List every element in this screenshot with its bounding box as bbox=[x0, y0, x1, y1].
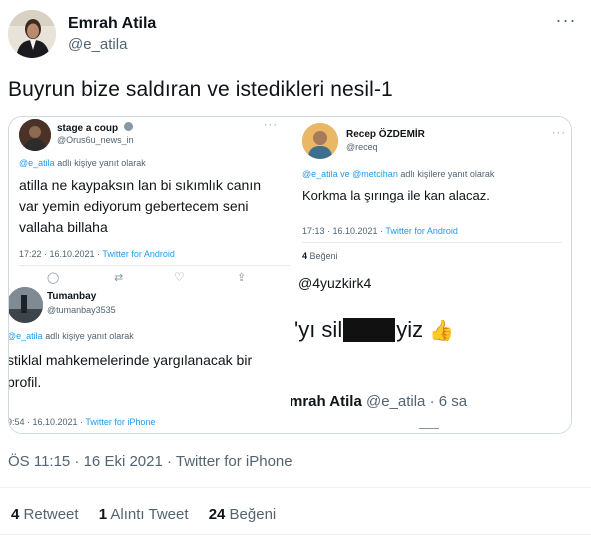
mini-tweet-text: atilla ne kaypaksın lan bi sıkımlık canı… bbox=[19, 177, 262, 235]
divider bbox=[0, 534, 591, 535]
mini-tweet-meta: 17:22 · 16.10.2021 · Twitter for Android bbox=[19, 249, 175, 259]
mini-author-handle: @Orus6u_news_in bbox=[57, 135, 134, 145]
thumbs-up-icon: 👍 bbox=[429, 320, 455, 342]
author-avatar[interactable] bbox=[8, 10, 56, 58]
avatar bbox=[302, 123, 338, 159]
zoomed-author: mrah Atila @e_atila · 6 sa bbox=[289, 393, 468, 410]
mini-tweet-text: stiklal mahkemelerinde yargılanacak bir … bbox=[9, 352, 253, 390]
screenshot-tweet-stage-a-coup: stage a coup @Orus6u_news_in ··· @e_atil… bbox=[9, 117, 301, 287]
mini-author-handle: @receq bbox=[346, 142, 378, 152]
divider bbox=[302, 242, 562, 243]
mini-author-name: stage a coup bbox=[57, 123, 119, 134]
screenshot-zoomed-reply: @4yuzkirk4 'yı sil yiz 👍 mrah Atila @e_at… bbox=[284, 267, 571, 433]
divider bbox=[0, 487, 591, 488]
zoomed-handle: @4yuzkirk4 bbox=[298, 275, 372, 291]
tweet-text: Buyrun bize saldıran ve istedikleri nesi… bbox=[8, 78, 393, 101]
ellipsis-icon: ··· bbox=[552, 127, 566, 139]
zoomed-text: 'yı sil yiz 👍 bbox=[294, 317, 455, 342]
mini-tweet-text: Korkma la şırınga ile kan alacaz. bbox=[302, 188, 490, 203]
reply-icon: ◯ bbox=[47, 272, 60, 284]
heart-icon: ♡ bbox=[174, 270, 185, 284]
ellipsis-icon[interactable]: ··· bbox=[553, 11, 579, 38]
mini-author-name: Recep ÖZDEMİR bbox=[346, 129, 425, 140]
author-handle[interactable]: @e_atila bbox=[68, 36, 127, 53]
mini-tweet-meta: 9:54 · 16.10.2021 · Twitter for iPhone bbox=[9, 417, 156, 427]
mini-author-handle: @tumanbay3535 bbox=[47, 305, 116, 315]
reply-context: @e_atila ve @metcihan adlı kişilere yanı… bbox=[302, 169, 495, 179]
likes-stat[interactable]: 24 Beğeni bbox=[209, 506, 277, 523]
author-name[interactable]: Emrah Atila bbox=[68, 15, 156, 33]
censor-block bbox=[343, 318, 396, 342]
screenshot-tweet-tumanbay: Tumanbay @tumanbay3535 @e_atila adlı kiş… bbox=[9, 285, 291, 433]
verified-icon bbox=[124, 122, 133, 131]
avatar bbox=[19, 119, 51, 151]
mini-likes: 4 Beğeni bbox=[302, 251, 338, 261]
screenshot-tweet-recep-ozdemir: Recep ÖZDEMİR @receq ··· @e_atila ve @me… bbox=[290, 117, 571, 287]
tweet-media[interactable]: stage a coup @Orus6u_news_in ··· @e_atil… bbox=[8, 116, 572, 434]
avatar bbox=[9, 287, 43, 323]
reply-context: @e_atila adlı kişiye yanıt olarak bbox=[9, 331, 134, 341]
cut-off-text bbox=[289, 421, 549, 429]
tweet-stats: 4 Retweet 1 Alıntı Tweet 24 Beğeni bbox=[11, 506, 292, 523]
mini-tweet-meta: 17:13 · 16.10.2021 · Twitter for Android bbox=[302, 226, 458, 236]
retweet-icon: ⇄ bbox=[114, 272, 124, 284]
tweet-timestamp[interactable]: ÖS 11:15 · 16 Eki 2021 · Twitter for iPh… bbox=[8, 453, 293, 470]
quote-tweets-stat[interactable]: 1 Alıntı Tweet bbox=[99, 506, 189, 523]
share-icon: ⇪ bbox=[237, 272, 247, 284]
mini-author-name: Tumanbay bbox=[47, 291, 97, 302]
ellipsis-icon: ··· bbox=[264, 119, 278, 131]
retweets-stat[interactable]: 4 Retweet bbox=[11, 506, 79, 523]
reply-context: @e_atila adlı kişiye yanıt olarak bbox=[19, 158, 146, 168]
divider bbox=[19, 265, 291, 266]
